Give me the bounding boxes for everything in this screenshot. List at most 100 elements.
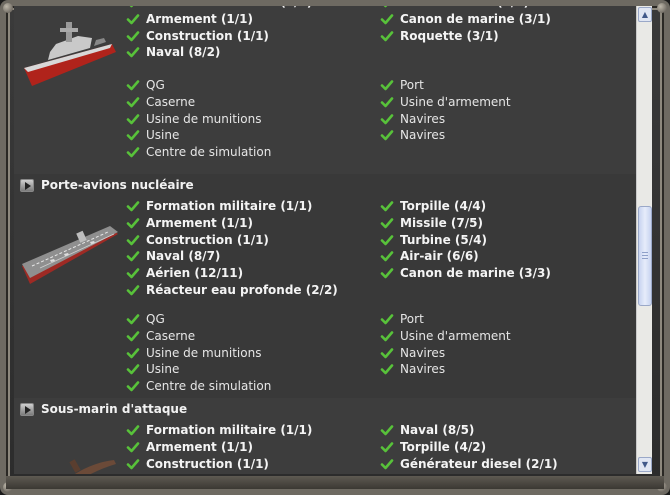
requirement-label: Missile (7/5) — [400, 215, 483, 230]
checkmark-icon — [126, 78, 140, 92]
requirement-label: Naval (8/5) — [400, 423, 475, 437]
checkmark-icon — [380, 199, 394, 213]
checkmark-icon — [126, 423, 140, 437]
building-label: QG — [146, 312, 165, 326]
checkmark-icon — [380, 216, 394, 230]
building-label: Navires — [400, 345, 446, 360]
checkmark-icon — [126, 283, 140, 297]
checkmark-icon — [126, 457, 140, 471]
checkmark-icon — [126, 216, 140, 230]
submarine-icon — [20, 434, 120, 474]
requirement-label: Torpille (4/4) — [400, 199, 487, 213]
building-label: Navires — [400, 128, 446, 143]
checkmark-icon — [380, 128, 394, 142]
building-label: Usine de munitions — [146, 111, 262, 126]
checkmark-icon — [380, 95, 394, 109]
building-label: Usine d'armement — [400, 94, 511, 109]
checkmark-icon — [380, 112, 394, 126]
checkmark-icon — [126, 12, 140, 26]
checkmark-icon — [380, 423, 394, 437]
unit-header[interactable]: Sous-marin d'attaque — [14, 401, 636, 419]
aircraft-carrier-icon — [20, 210, 120, 292]
building-label: Usine d'armement — [400, 328, 511, 343]
building-label: Caserne — [146, 328, 196, 343]
requirement-label: Réacteur eau profonde (2/2) — [146, 283, 338, 297]
building-label: Usine — [146, 362, 180, 377]
checkmark-icon — [380, 12, 394, 26]
building-label: Centre de simulation — [146, 379, 272, 394]
requirement-label: Naval (8/7) — [146, 249, 221, 264]
checkmark-icon — [380, 233, 394, 247]
scroll-thumb[interactable] — [638, 206, 652, 306]
requirement-label: Générateur diesel (2/1) — [400, 456, 558, 471]
checkmark-icon — [126, 362, 140, 376]
requirement-label: Construction (1/1) — [146, 456, 269, 471]
scroll-down-button[interactable]: ▼ — [638, 457, 652, 472]
vertical-scrollbar[interactable]: ▲ ▼ — [636, 6, 652, 474]
checkmark-icon — [380, 362, 394, 376]
building-label: Centre de simulation — [146, 145, 272, 160]
window-bottom-border — [6, 476, 664, 489]
requirement-label: Aérien (12/11) — [146, 266, 244, 281]
checkmark-icon — [126, 145, 140, 159]
unit-name: Sous-marin d'attaque — [41, 402, 188, 416]
building-label: Navires — [400, 111, 446, 126]
checkmark-icon — [380, 329, 394, 343]
requirement-label: Construction (1/1) — [146, 28, 269, 43]
building-label: Navires — [400, 362, 446, 377]
checkmark-icon — [380, 249, 394, 263]
building-label: Port — [400, 78, 424, 92]
checkmark-icon — [126, 199, 140, 213]
unit-section: Formation militaire (1/1) Armement (1/1) C… — [14, 6, 636, 174]
checkmark-icon — [380, 6, 394, 9]
unit-section: Porte-avions nucléaire Formation militair… — [14, 174, 636, 398]
requirement-label: Canon de marine (3/3) — [400, 266, 551, 281]
checkmark-icon — [380, 440, 394, 454]
checkmark-icon — [126, 29, 140, 43]
checkmark-icon — [126, 379, 140, 393]
building-label: Port — [400, 312, 424, 326]
checkmark-icon — [380, 78, 394, 92]
checkmark-icon — [126, 266, 140, 280]
requirement-label: Canon de marine (3/1) — [400, 11, 551, 26]
building-label: Caserne — [146, 94, 196, 109]
requirement-label: Formation militaire (1/1) — [146, 199, 313, 213]
requirement-label: Moteur diesel (7/6) — [400, 6, 529, 9]
frame-rivet-icon — [657, 3, 667, 13]
requirement-label: Roquette (3/1) — [400, 28, 499, 43]
checkmark-icon — [126, 440, 140, 454]
unit-header[interactable]: Porte-avions nucléaire — [14, 177, 636, 195]
expand-arrow-icon[interactable] — [20, 403, 34, 416]
checkmark-icon — [380, 346, 394, 360]
checkmark-icon — [380, 312, 394, 326]
requirement-label: Armement (1/1) — [146, 215, 253, 230]
frame-rivet-icon — [3, 3, 13, 13]
expand-arrow-icon[interactable] — [20, 179, 34, 192]
scroll-up-button[interactable]: ▲ — [638, 7, 652, 22]
requirement-label: Formation militaire (1/1) — [146, 6, 312, 9]
unit-requirements-list[interactable]: Formation militaire (1/1) Armement (1/1) C… — [14, 6, 636, 474]
checkmark-icon — [126, 233, 140, 247]
checkmark-icon — [126, 329, 140, 343]
checkmark-icon — [126, 346, 140, 360]
checkmark-icon — [126, 249, 140, 263]
checkmark-icon — [126, 6, 140, 9]
requirement-label: Air-air (6/6) — [400, 249, 479, 264]
checkmark-icon — [126, 128, 140, 142]
requirement-label: Armement (1/1) — [146, 11, 253, 26]
unit-section: Sous-marin d'attaque Formation militaire … — [14, 398, 636, 474]
unit-name: Porte-avions nucléaire — [41, 178, 194, 192]
checkmark-icon — [126, 112, 140, 126]
checkmark-icon — [380, 266, 394, 280]
checkmark-icon — [380, 29, 394, 43]
checkmark-icon — [126, 95, 140, 109]
requirement-label: Armement (1/1) — [146, 439, 253, 454]
building-label: Usine — [146, 128, 180, 143]
requirement-label: Turbine (5/4) — [400, 232, 487, 247]
checkmark-icon — [126, 312, 140, 326]
checkmark-icon — [126, 45, 140, 59]
requirement-label: Naval (8/2) — [146, 45, 221, 60]
requirement-label: Torpille (4/2) — [400, 439, 487, 454]
building-label: Usine de munitions — [146, 345, 262, 360]
destroyer-ship-icon — [20, 8, 120, 90]
